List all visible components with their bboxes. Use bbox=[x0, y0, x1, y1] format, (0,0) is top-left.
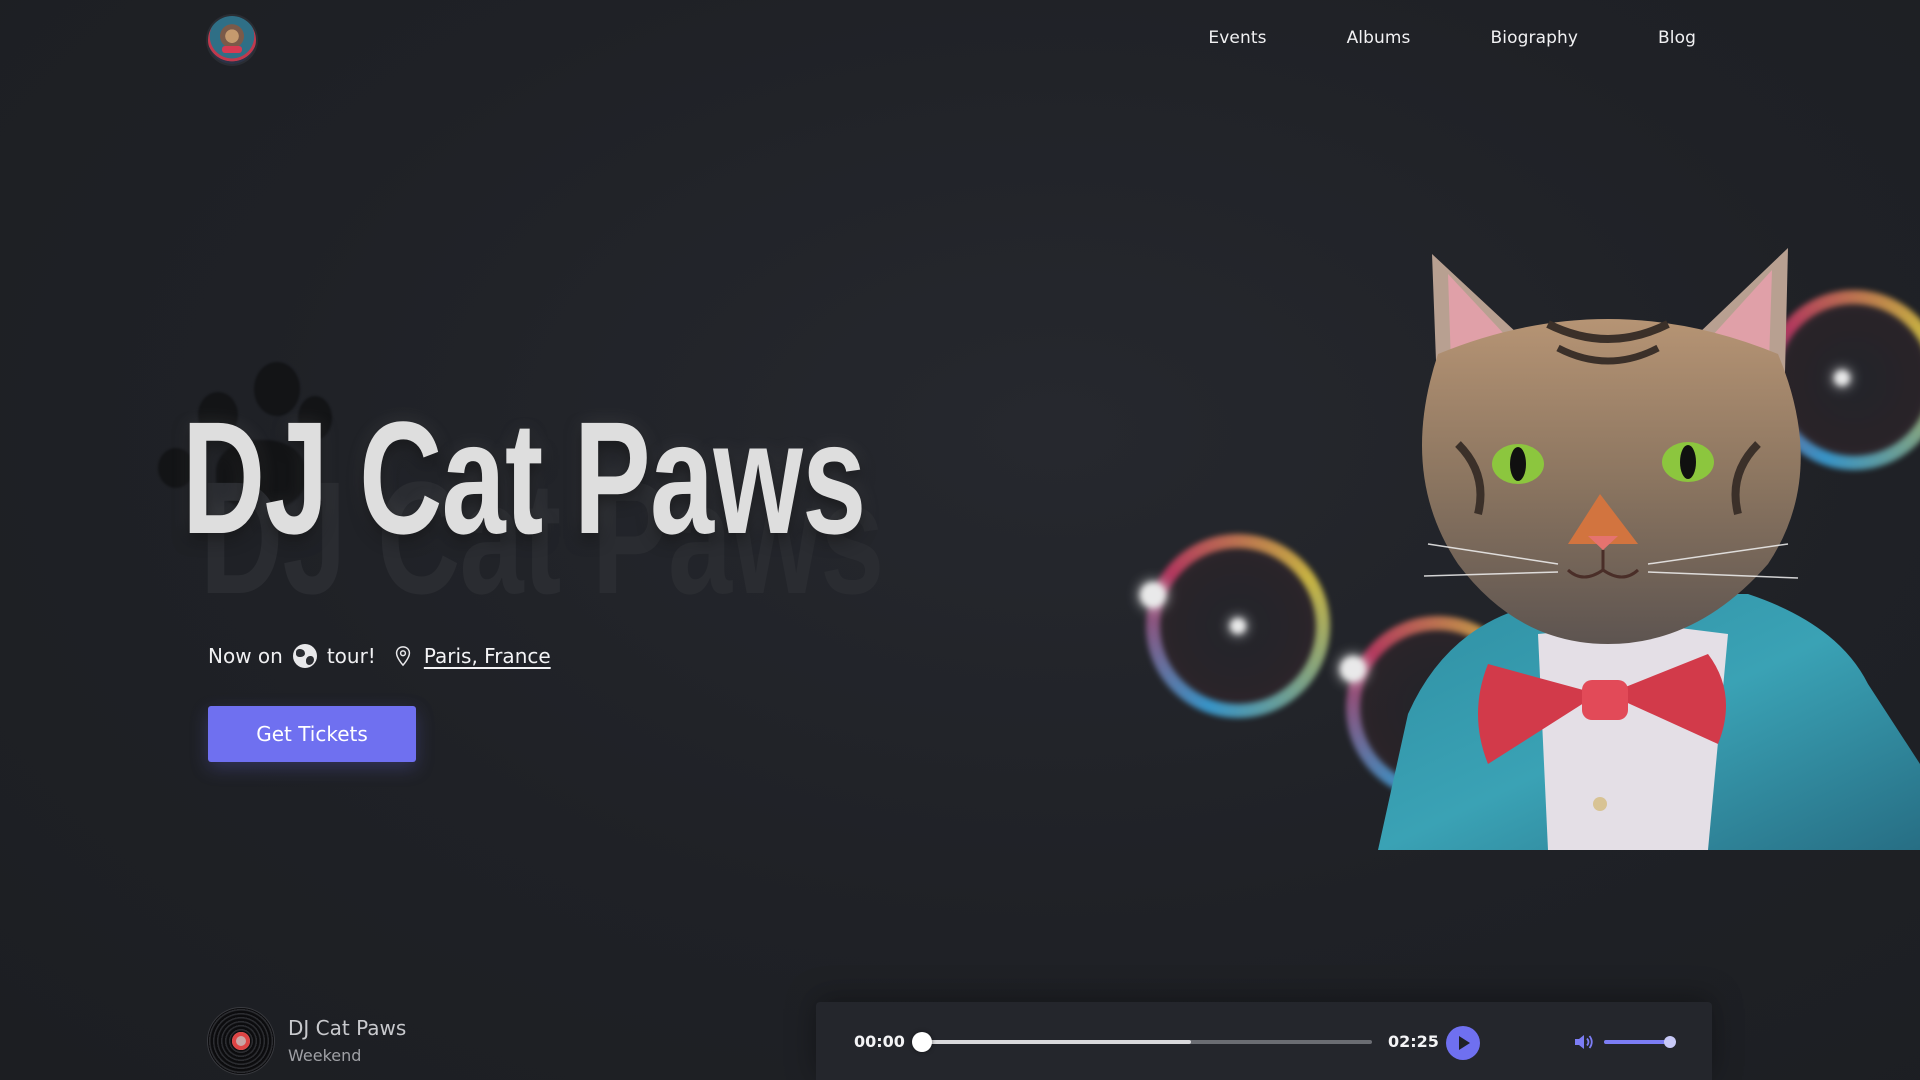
main-nav: Events Albums Biography Blog bbox=[1208, 28, 1696, 48]
volume-icon[interactable] bbox=[1572, 1030, 1596, 1054]
duration: 02:25 bbox=[1388, 1032, 1439, 1051]
progress-handle[interactable] bbox=[912, 1032, 932, 1052]
ring-decoration bbox=[1140, 534, 1330, 718]
page: Events Albums Biography Blog DJ Cat Paws… bbox=[0, 0, 1920, 1080]
nav-events[interactable]: Events bbox=[1208, 28, 1266, 48]
track-name: Weekend bbox=[288, 1046, 362, 1065]
progress-bar[interactable] bbox=[912, 1032, 1372, 1052]
current-time: 00:00 bbox=[854, 1032, 905, 1051]
ring-center-dot bbox=[1230, 618, 1246, 634]
volume-slider[interactable] bbox=[1604, 1036, 1676, 1048]
tour-suffix: tour! bbox=[326, 644, 376, 668]
volume-handle[interactable] bbox=[1664, 1036, 1676, 1048]
nav-albums[interactable]: Albums bbox=[1347, 28, 1411, 48]
tour-prefix: Now on bbox=[208, 644, 283, 668]
nav-blog[interactable]: Blog bbox=[1658, 28, 1696, 48]
hero-title-wrap: DJ Cat Paws DJ Cat Paws bbox=[182, 388, 1131, 618]
tour-info: Now on tour! Paris, France bbox=[208, 644, 551, 668]
get-tickets-button[interactable]: Get Tickets bbox=[208, 706, 416, 762]
ring-highlight bbox=[1140, 582, 1166, 608]
nav-biography[interactable]: Biography bbox=[1491, 28, 1579, 48]
play-button[interactable] bbox=[1446, 1026, 1480, 1060]
location-link[interactable]: Paris, France bbox=[424, 644, 551, 668]
audio-player: 00:00 02:25 bbox=[816, 1002, 1712, 1080]
volume-level bbox=[1604, 1040, 1670, 1044]
globe-icon bbox=[292, 644, 317, 668]
album-art-vinyl bbox=[208, 1008, 274, 1074]
hero-title: DJ Cat Paws bbox=[182, 388, 866, 567]
map-pin-icon bbox=[395, 646, 410, 667]
track-artist: DJ Cat Paws bbox=[288, 1016, 407, 1040]
ring-highlight bbox=[1340, 656, 1366, 682]
buffered-bar bbox=[920, 1040, 1192, 1044]
cat-illustration bbox=[1378, 248, 1920, 850]
logo-avatar[interactable] bbox=[208, 16, 256, 64]
